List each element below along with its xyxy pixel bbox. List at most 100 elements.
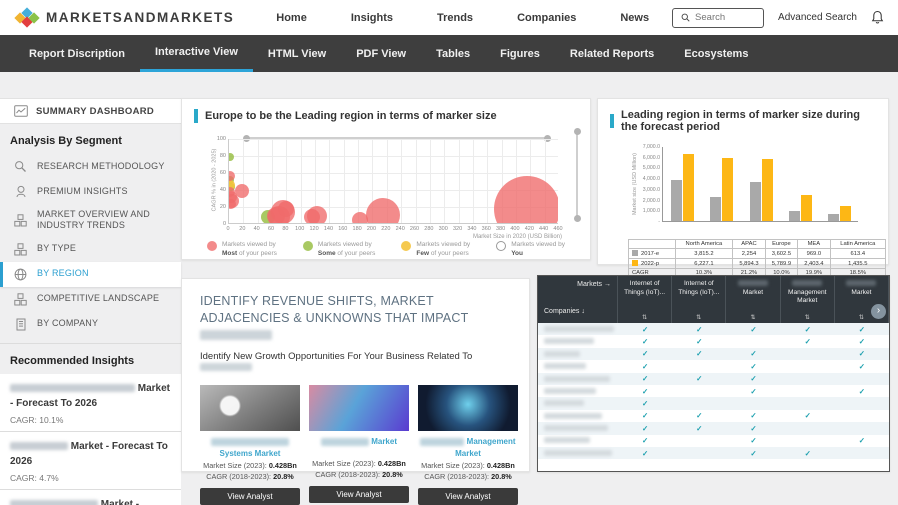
bubble-most[interactable] <box>235 184 249 198</box>
tab-report-discription[interactable]: Report Discription <box>14 35 140 72</box>
x-tick: 100 <box>295 226 304 232</box>
x-tick: 200 <box>367 226 376 232</box>
sort-icon[interactable]: ⇅ <box>859 314 864 321</box>
revenue-heading: IDENTIFY REVENUE SHIFTS, MARKET ADJACENC… <box>200 293 511 344</box>
sort-icon[interactable]: ⇅ <box>642 314 647 321</box>
view-analyst-button[interactable]: View Analyst <box>418 488 518 505</box>
card-market-title: Systems Market <box>200 436 300 460</box>
x-tick: 360 <box>482 226 491 232</box>
bubble-most[interactable] <box>278 201 294 217</box>
sort-icon[interactable]: ⇅ <box>805 314 810 321</box>
bar-2017-e-latin-america[interactable] <box>828 214 839 221</box>
sidebar-item-label: BY REGION <box>37 268 89 279</box>
bar-table-category: Europe <box>765 240 797 249</box>
bubble-most[interactable] <box>228 199 236 209</box>
nav-item-news[interactable]: News <box>620 12 649 24</box>
sort-icon[interactable]: ⇅ <box>750 314 755 321</box>
sidebar-item-by-region[interactable]: BY REGION <box>0 262 181 287</box>
nav-item-trends[interactable]: Trends <box>437 12 473 24</box>
matrix-column-header[interactable]: Internet of Things (IoT)...⇅ <box>618 276 672 323</box>
bar-2017-e-europe[interactable] <box>750 182 761 221</box>
nav-item-companies[interactable]: Companies <box>517 12 576 24</box>
market-card[interactable]: Management MarketMarket Size (2023): 0.4… <box>418 385 518 505</box>
bubble-chart-title: Europe to be the Leading region in terms… <box>205 110 497 122</box>
series-swatch <box>632 260 638 266</box>
bar-2017-e-mea[interactable] <box>789 211 800 221</box>
search-box[interactable] <box>672 8 764 28</box>
bar-2017-e-north-america[interactable] <box>671 180 682 221</box>
bar-2017-e-apac[interactable] <box>710 197 721 221</box>
dashboard-icon <box>13 104 28 119</box>
bar-table-value: 969.0 <box>798 249 830 259</box>
bubble-some[interactable] <box>228 153 234 161</box>
bubble-y-axis-label: CAGR % in (2020 - 2025) <box>211 149 217 212</box>
bar-table-value: 3,815.2 <box>675 249 733 259</box>
tab-tables[interactable]: Tables <box>421 35 485 72</box>
sidebar-item-research-methodology[interactable]: RESEARCH METHODOLOGY <box>0 154 181 179</box>
search-input[interactable] <box>695 12 755 23</box>
x-tick: 440 <box>539 226 548 232</box>
card-market-size: Market Size (2023): 0.428Bn <box>200 460 300 472</box>
x-tick: 260 <box>410 226 419 232</box>
x-tick: 300 <box>439 226 448 232</box>
check-icon: ✓ <box>672 424 726 433</box>
advanced-search-link[interactable]: Advanced Search <box>778 12 857 23</box>
insight-title: Market - Forecast To 2026 <box>10 381 171 411</box>
recommended-insight-item[interactable]: Market - Forecast To 2026CAGR: 4.7% <box>0 432 181 490</box>
top-header: MARKETSANDMARKETS Home Insights Trends Comp… <box>0 0 898 35</box>
bar-2022-p-latin-america[interactable] <box>840 206 851 221</box>
market-card[interactable]: MarketMarket Size (2023): 0.428BnCAGR (2… <box>309 385 409 505</box>
vertical-scrollbar[interactable] <box>576 131 578 219</box>
bar-2022-p-north-america[interactable] <box>683 154 694 221</box>
sidebar-item-market-overview-and-industry-trends[interactable]: MARKET OVERVIEW AND INDUSTRY TRENDS <box>0 204 181 237</box>
check-icon: ✓ <box>618 449 672 458</box>
tab-html-view[interactable]: HTML View <box>253 35 341 72</box>
matrix-column-header[interactable]: Market⇅ <box>726 276 780 323</box>
bubble-most[interactable] <box>494 176 558 224</box>
matrix-column-header[interactable]: Management Market⇅ <box>781 276 835 323</box>
card-market-title: Management Market <box>418 436 518 460</box>
recommended-insight-item[interactable]: Market - Forecast To 2025CAGR: 14.6% <box>0 490 181 505</box>
nav-item-home[interactable]: Home <box>276 12 307 24</box>
recommended-insight-item[interactable]: Market - Forecast To 2026CAGR: 10.1% <box>0 374 181 432</box>
bubble-most[interactable] <box>366 198 400 224</box>
market-card[interactable]: Systems MarketMarket Size (2023): 0.428B… <box>200 385 300 505</box>
sort-icon[interactable]: ⇅ <box>696 314 701 321</box>
bar-2022-p-mea[interactable] <box>801 195 812 221</box>
tab-pdf-view[interactable]: PDF View <box>341 35 421 72</box>
sidebar-item-by-company[interactable]: BY COMPANY <box>0 312 181 337</box>
notifications-bell-icon[interactable] <box>871 10 884 25</box>
bubble-chart: CAGR % in (2020 - 2025) 0204060801000204… <box>206 131 562 231</box>
view-analyst-button[interactable]: View Analyst <box>200 488 300 505</box>
bubble-chart-panel: Europe to be the Leading region in terms… <box>181 98 591 260</box>
tab-related-reports[interactable]: Related Reports <box>555 35 669 72</box>
brand-logo[interactable]: MARKETSANDMARKETS <box>14 7 234 29</box>
view-analyst-button[interactable]: View Analyst <box>309 486 409 503</box>
nav-item-insights[interactable]: Insights <box>351 12 393 24</box>
bubble-x-axis-label: Market Size in 2020 (USD Billion) <box>473 234 562 240</box>
bar-y-tick: - <box>658 219 660 225</box>
report-tab-bar: Report DiscriptionInteractive ViewHTML V… <box>0 35 898 72</box>
check-icon: ✓ <box>618 436 672 445</box>
bar-y-tick: 2,000.0 <box>643 198 660 204</box>
bar-table-category: APAC <box>733 240 765 249</box>
bar-2022-p-europe[interactable] <box>762 159 773 221</box>
bar-2022-p-apac[interactable] <box>722 158 733 221</box>
card-cagr: CAGR (2018-2023): 20.8% <box>200 471 300 483</box>
sidebar-item-competitive-landscape[interactable]: COMPETITIVE LANDSCAPE <box>0 287 181 312</box>
bubble-most[interactable] <box>352 212 368 224</box>
sidebar-item-summary-dashboard[interactable]: SUMMARY DASHBOARD <box>0 98 181 124</box>
bar-table-category: MEA <box>798 240 830 249</box>
next-columns-button[interactable]: › <box>871 304 886 319</box>
bubble-most[interactable] <box>307 206 327 224</box>
sidebar-item-premium-insights[interactable]: PREMIUM INSIGHTS <box>0 179 181 204</box>
sidebar-item-by-type[interactable]: BY TYPE <box>0 237 181 262</box>
matrix-company-row[interactable]: ✓✓✓ <box>538 447 889 459</box>
bar-chart: Market size (USD Million) 7,000.06,000.0… <box>632 147 862 235</box>
tab-interactive-view[interactable]: Interactive View <box>140 35 253 72</box>
matrix-column-header[interactable]: Internet of Things (IoT)...⇅ <box>672 276 726 323</box>
tab-ecosystems[interactable]: Ecosystems <box>669 35 763 72</box>
check-icon: ✓ <box>726 424 780 433</box>
tab-figures[interactable]: Figures <box>485 35 555 72</box>
check-icon: ✓ <box>781 325 835 334</box>
